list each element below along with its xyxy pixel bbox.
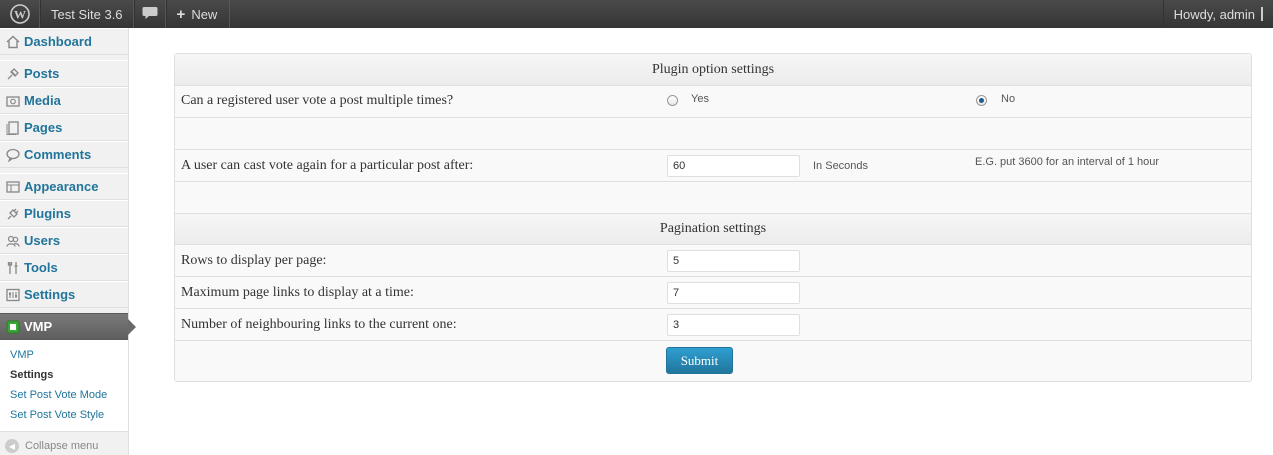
menu-label-media: Media	[24, 93, 61, 108]
plugin-options-header: Plugin option settings	[175, 54, 1251, 86]
neighbour-links-input[interactable]: 3	[667, 314, 800, 336]
multi-vote-yes-label: Yes	[691, 93, 709, 105]
dashboard-icon	[5, 34, 21, 50]
plugin-options-title: Plugin option settings	[651, 61, 775, 77]
menu-label-appearance: Appearance	[24, 179, 99, 194]
menu-item-comments[interactable]: Comments	[0, 141, 128, 168]
menu-item-media[interactable]: Media	[0, 87, 128, 114]
max-page-links-input[interactable]: 7	[667, 282, 800, 304]
menu-item-vmp[interactable]: VMP	[0, 313, 136, 340]
submit-button[interactable]: Submit	[666, 347, 733, 374]
my-account-link[interactable]: Howdy, admin	[1162, 0, 1273, 28]
menu-item-settings[interactable]: Settings	[0, 281, 128, 308]
multi-vote-no-label: No	[1001, 93, 1016, 105]
submenu-item-set-post-vote-style[interactable]: Set Post Vote Style	[0, 405, 128, 425]
rows-per-page-input[interactable]: 5	[667, 250, 800, 272]
revote-hint-text: E.G. put 3600 for an interval of 1 hour	[975, 156, 1160, 168]
new-label: New	[191, 6, 218, 22]
menu-item-plugins[interactable]: Plugins	[0, 200, 128, 227]
multi-vote-label: Can a registered user vote a post multip…	[181, 93, 454, 108]
svg-text:W: W	[14, 8, 26, 22]
submenu-item-vmp[interactable]: VMP	[0, 345, 128, 365]
pages-icon	[5, 120, 21, 136]
max-page-links-row: Maximum page links to display at a time:…	[175, 277, 1251, 309]
tools-icon	[5, 260, 21, 276]
menu-label-comments: Comments	[24, 147, 92, 162]
avatar	[1261, 7, 1263, 21]
revote-unit-label: In Seconds	[813, 160, 869, 172]
posts-icon	[5, 66, 21, 82]
max-page-links-label: Maximum page links to display at a time:	[181, 285, 414, 300]
revote-interval-label: A user can cast vote again for a particu…	[181, 158, 474, 173]
pagination-header: Pagination settings	[175, 214, 1251, 245]
revote-interval-input[interactable]: 60	[667, 155, 800, 177]
menu-label-pages: Pages	[24, 120, 63, 135]
rows-per-page-label: Rows to display per page:	[181, 253, 327, 268]
collapse-menu-button[interactable]: ◀ Collapse menu	[0, 432, 128, 455]
neighbour-links-row: Number of neighbouring links to the curr…	[175, 309, 1251, 341]
menu-label-users: Users	[24, 233, 61, 248]
pagination-title: Pagination settings	[659, 221, 767, 236]
users-icon	[5, 233, 21, 249]
menu-item-users[interactable]: Users	[0, 227, 128, 254]
media-icon	[5, 93, 21, 109]
comments-link[interactable]	[133, 0, 166, 28]
menu-label-vmp: VMP	[24, 319, 53, 334]
admin-sidebar: Dashboard Posts Media Pages Comments App…	[0, 28, 136, 455]
menu-label-posts: Posts	[24, 66, 60, 81]
menu-label-settings: Settings	[24, 287, 76, 302]
revote-interval-row: A user can cast vote again for a particu…	[175, 150, 1251, 182]
howdy-text: Howdy, admin	[1173, 6, 1255, 22]
vmp-icon	[5, 319, 21, 335]
multi-vote-yes-radio[interactable]	[667, 95, 678, 106]
vmp-submenu: VMP Settings Set Post Vote Mode Set Post…	[0, 340, 128, 432]
submenu-item-set-post-vote-mode[interactable]: Set Post Vote Mode	[0, 385, 128, 405]
menu-item-appearance[interactable]: Appearance	[0, 173, 128, 200]
settings-icon	[5, 287, 21, 303]
appearance-icon	[5, 179, 21, 195]
menu-label-dashboard: Dashboard	[24, 34, 92, 49]
menu-item-tools[interactable]: Tools	[0, 254, 128, 281]
menu-item-posts[interactable]: Posts	[0, 60, 128, 87]
site-name-link[interactable]: Test Site 3.6	[40, 0, 134, 28]
spacer-row	[175, 118, 1251, 150]
menu-item-pages[interactable]: Pages	[0, 114, 128, 141]
comments-icon	[5, 147, 21, 163]
wordpress-logo-icon[interactable]: W	[0, 0, 40, 28]
multi-vote-row: Can a registered user vote a post multip…	[175, 86, 1251, 118]
site-name: Test Site 3.6	[51, 6, 123, 22]
admin-bar: W Test Site 3.6 + New Howdy, admin	[0, 0, 1273, 28]
menu-label-plugins: Plugins	[24, 206, 71, 221]
menu-label-tools: Tools	[24, 260, 58, 275]
comment-bubble-icon	[142, 6, 158, 23]
spacer-row-2	[175, 182, 1251, 214]
collapse-arrow-icon: ◀	[5, 439, 19, 453]
neighbour-links-label: Number of neighbouring links to the curr…	[181, 317, 457, 332]
plus-icon: +	[176, 5, 186, 23]
rows-per-page-row: Rows to display per page: 5	[175, 245, 1251, 277]
new-content-button[interactable]: + New	[165, 0, 231, 28]
plugins-icon	[5, 206, 21, 222]
collapse-menu-label: Collapse menu	[25, 440, 99, 452]
menu-item-dashboard[interactable]: Dashboard	[0, 28, 128, 55]
submenu-item-settings[interactable]: Settings	[0, 365, 128, 385]
vmp-settings-form: Plugin option settings Can a registered …	[174, 53, 1252, 382]
multi-vote-no-radio[interactable]	[976, 95, 987, 106]
